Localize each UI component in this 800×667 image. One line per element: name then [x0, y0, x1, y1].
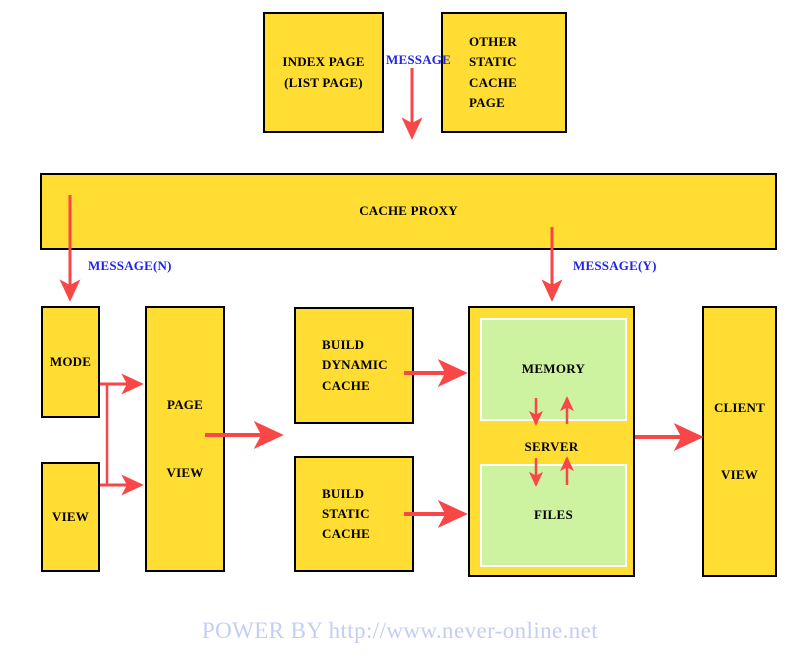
- node-build-dynamic-cache-label: BUILD DYNAMIC CACHE: [322, 337, 388, 393]
- node-index-page: INDEX PAGE (LIST PAGE): [263, 12, 384, 133]
- edge-label-message-n: MESSAGE(N): [88, 258, 172, 273]
- node-cache-proxy: CACHE PROXY: [40, 173, 777, 250]
- node-view: VIEW: [41, 462, 100, 572]
- node-client-view: CLIENT VIEW: [702, 306, 777, 577]
- node-index-page-label: INDEX PAGE (LIST PAGE): [282, 54, 365, 90]
- diagram-canvas: INDEX PAGE (LIST PAGE) OTHER STATIC CACH…: [0, 0, 800, 667]
- edge-label-message-y: MESSAGE(Y): [573, 258, 657, 273]
- node-build-static-cache-label: BUILD STATIC CACHE: [322, 485, 370, 542]
- node-server-label-wrap: SERVER: [470, 437, 633, 457]
- node-client-view-label: CLIENT VIEW: [713, 399, 766, 483]
- node-page-view: PAGE VIEW: [145, 306, 225, 572]
- node-server-files: FILES: [480, 464, 627, 567]
- node-mode-label: MODE: [49, 353, 92, 369]
- node-page-view-label: PAGE VIEW: [166, 397, 204, 480]
- node-server-memory-label: MEMORY: [521, 361, 586, 377]
- footer-watermark: POWER BY http://www.never-online.net: [201, 618, 599, 643]
- node-mode: MODE: [41, 306, 100, 418]
- node-server-memory: MEMORY: [480, 318, 627, 421]
- node-build-dynamic-cache: BUILD DYNAMIC CACHE: [294, 307, 414, 424]
- node-build-static-cache: BUILD STATIC CACHE: [294, 456, 414, 572]
- node-server: MEMORY SERVER FILES: [468, 306, 635, 577]
- node-other-static-cache-page-label: OTHER STATIC CACHE PAGE: [469, 34, 517, 110]
- edge-label-message: MESSAGE: [386, 52, 451, 67]
- node-cache-proxy-label: CACHE PROXY: [359, 203, 458, 219]
- node-server-files-label: FILES: [533, 507, 574, 523]
- node-view-label: VIEW: [52, 508, 89, 524]
- node-server-label: SERVER: [524, 439, 579, 454]
- node-other-static-cache-page: OTHER STATIC CACHE PAGE: [441, 12, 567, 133]
